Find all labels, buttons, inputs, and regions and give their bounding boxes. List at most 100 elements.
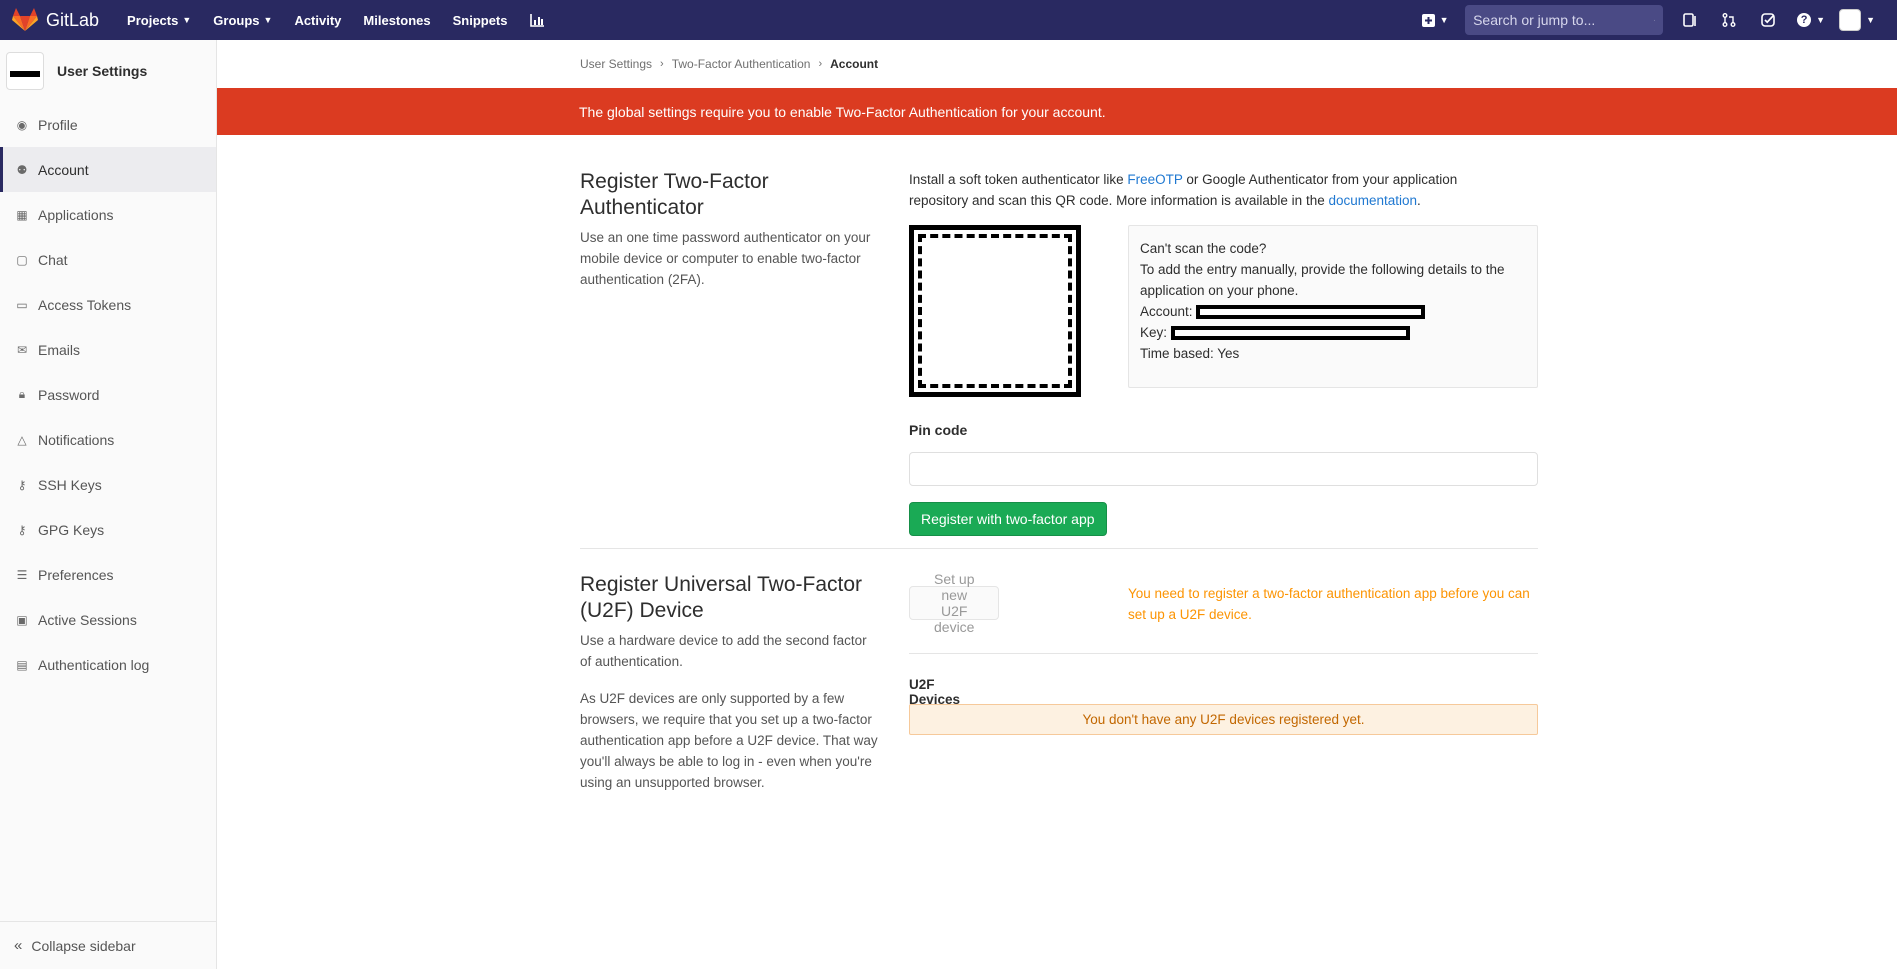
sidebar-item-label: Access Tokens xyxy=(38,296,132,313)
double-chevron-left-icon: « xyxy=(14,937,23,954)
sidebar-item-ssh-keys[interactable]: ⚷ SSH Keys xyxy=(0,462,216,507)
sidebar-item-emails[interactable]: ✉ Emails xyxy=(0,327,216,372)
settings-sidebar: User Settings ◉ Profile ⚉ Account ▦ Applica… xyxy=(0,40,217,969)
u2f-empty-state: You don't have any U2F devices registere… xyxy=(909,704,1538,735)
applications-icon: ▦ xyxy=(16,207,28,222)
chevron-down-icon: ▼ xyxy=(263,15,273,25)
totp-title: Register Two-Factor Authenticator xyxy=(580,170,769,219)
sidebar-item-label: Active Sessions xyxy=(38,611,137,628)
key-icon: ⚷ xyxy=(17,477,27,492)
mail-icon: ✉ xyxy=(16,342,28,357)
u2f-description-2: As U2F devices are only supported by a f… xyxy=(580,691,878,790)
register-u2f-section: Register Universal Two-Factor (U2F) Devi… xyxy=(580,571,1538,802)
u2f-empty-message: You don't have any U2F devices registere… xyxy=(1082,712,1365,727)
register-totp-section: Register Two-Factor Authenticator Use an… xyxy=(580,169,1538,539)
nav-analytics[interactable] xyxy=(529,13,544,27)
chevron-down-icon: ▼ xyxy=(1816,15,1826,25)
sidebar-item-account[interactable]: ⚉ Account xyxy=(0,147,216,192)
key-label: Key: xyxy=(1140,325,1168,340)
collapse-sidebar-label: Collapse sidebar xyxy=(31,937,136,954)
search-input[interactable] xyxy=(1473,12,1655,28)
sliders-icon: ☰ xyxy=(16,567,28,582)
flash-alert: The global settings require you to enabl… xyxy=(217,88,1897,135)
sidebar-item-gpg-keys[interactable]: ⚷ GPG Keys xyxy=(0,507,216,552)
freeotp-link[interactable]: FreeOTP xyxy=(1127,172,1182,187)
sidebar-item-authentication-log[interactable]: ▤ Authentication log xyxy=(0,642,216,687)
section-divider xyxy=(580,548,1538,549)
breadcrumb-user-settings[interactable]: User Settings xyxy=(580,57,652,71)
todos-button[interactable] xyxy=(1753,5,1783,35)
help-icon: ? xyxy=(1797,13,1812,27)
cant-scan-text: Can't scan the code? xyxy=(1140,241,1267,256)
sidebar-item-label: Notifications xyxy=(38,431,115,448)
setup-u2f-device-button[interactable]: Set up new U2F device xyxy=(909,571,1000,635)
sidebar-item-password[interactable]: 🔒︎ Password xyxy=(0,372,216,417)
sidebar-item-label: Chat xyxy=(38,251,68,268)
account-row: Account: xyxy=(1140,301,1526,322)
breadcrumb-two-factor[interactable]: Two-Factor Authentication xyxy=(672,57,811,71)
account-value-redacted xyxy=(1196,305,1426,320)
sidebar-item-chat[interactable]: ▢ Chat xyxy=(0,237,216,282)
sidebar-header[interactable]: User Settings xyxy=(0,40,216,102)
log-icon: ▤ xyxy=(16,657,28,672)
key-icon: ⚷ xyxy=(17,522,27,537)
chart-icon xyxy=(529,13,544,27)
nav-projects-label: Projects xyxy=(127,12,179,28)
nav-projects[interactable]: Projects ▼ xyxy=(127,13,191,28)
new-item-dropdown[interactable]: ▼ xyxy=(1420,5,1450,35)
nav-groups[interactable]: Groups ▼ xyxy=(213,13,272,28)
sidebar-item-active-sessions[interactable]: ▣ Active Sessions xyxy=(0,597,216,642)
sidebar-item-profile[interactable]: ◉ Profile xyxy=(0,102,216,147)
nav-snippets[interactable]: Snippets xyxy=(453,13,508,28)
chevron-down-icon: ▼ xyxy=(1439,15,1449,25)
sidebar-item-label: GPG Keys xyxy=(38,521,105,538)
collapse-sidebar-button[interactable]: « Collapse sidebar xyxy=(0,921,217,969)
sidebar-item-label: Password xyxy=(38,386,100,403)
chat-icon: ▢ xyxy=(16,252,28,267)
user-menu-dropdown[interactable]: ▼ xyxy=(1839,9,1875,31)
documentation-link[interactable]: documentation xyxy=(1328,193,1417,208)
pin-code-input[interactable] xyxy=(909,452,1538,486)
breadcrumb-account[interactable]: Account xyxy=(830,57,878,71)
sidebar-item-preferences[interactable]: ☰ Preferences xyxy=(0,552,216,597)
sidebar-item-applications[interactable]: ▦ Applications xyxy=(0,192,216,237)
register-two-factor-app-button[interactable]: Register with two-factor app xyxy=(909,502,1107,536)
key-row: Key: xyxy=(1140,322,1526,343)
sidebar-item-notifications[interactable]: △ Notifications xyxy=(0,417,216,462)
avatar xyxy=(1839,9,1862,31)
gitlab-logo-icon xyxy=(12,8,38,31)
todo-check-icon xyxy=(1761,13,1775,27)
search-icon xyxy=(1654,19,1656,21)
sidebar-item-label: Applications xyxy=(38,206,114,223)
sidebar-item-label: Authentication log xyxy=(38,656,150,673)
gitlab-home-link[interactable]: GitLab xyxy=(12,0,99,40)
search-box[interactable] xyxy=(1465,5,1664,35)
nav-milestones[interactable]: Milestones xyxy=(363,13,430,28)
avatar xyxy=(6,52,44,90)
bell-icon: △ xyxy=(17,432,27,447)
merge-requests-button[interactable] xyxy=(1714,5,1744,35)
brand-name: GitLab xyxy=(46,9,100,30)
merge-request-icon xyxy=(1722,13,1736,27)
sidebar-title: User Settings xyxy=(57,63,148,79)
profile-icon: ◉ xyxy=(16,117,28,132)
sidebar-item-label: SSH Keys xyxy=(38,476,102,493)
help-dropdown[interactable]: ? ▼ xyxy=(1792,5,1830,35)
chevron-right-icon: › xyxy=(660,58,664,70)
manual-instructions: To add the entry manually, provide the f… xyxy=(1140,262,1505,298)
plus-square-icon xyxy=(1421,13,1435,27)
sidebar-item-label: Profile xyxy=(38,116,78,133)
chevron-down-icon: ▼ xyxy=(1866,15,1875,25)
install-instructions: Install a soft token authenticator like … xyxy=(909,169,1509,211)
issues-button[interactable] xyxy=(1675,5,1705,35)
install-prefix: Install a soft token authenticator like xyxy=(909,172,1128,187)
top-navbar: GitLab Projects ▼ Groups ▼ Activity Milest… xyxy=(0,0,1897,40)
install-suffix: . xyxy=(1417,193,1421,208)
token-icon: ▭ xyxy=(16,297,28,312)
account-icon: ⚉ xyxy=(16,162,28,177)
sidebar-item-access-tokens[interactable]: ▭ Access Tokens xyxy=(0,282,216,327)
alert-text: The global settings require you to enabl… xyxy=(579,103,1106,120)
qr-code-pattern xyxy=(918,234,1072,388)
nav-groups-label: Groups xyxy=(213,12,260,28)
nav-activity[interactable]: Activity xyxy=(294,13,341,28)
